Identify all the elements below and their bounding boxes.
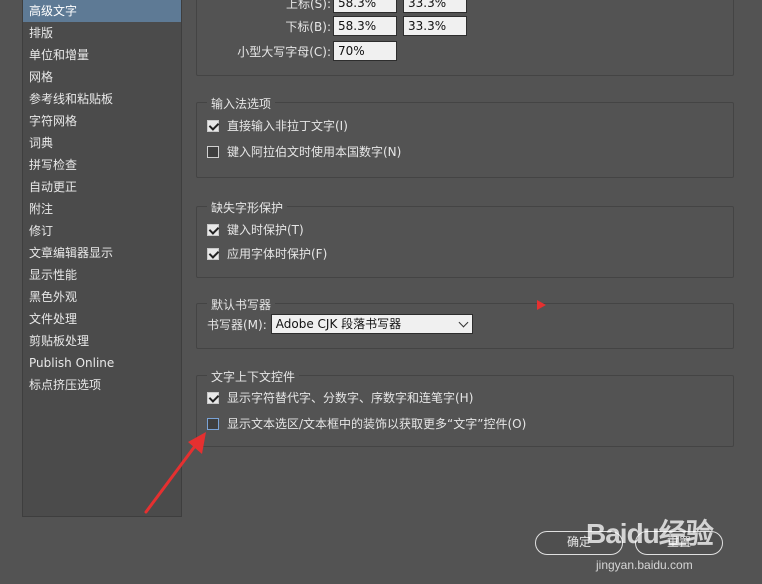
input-method-title: 输入法选项 <box>207 95 276 112</box>
sidebar-item-grids[interactable]: 网格 <box>23 66 181 88</box>
show-alternates-checkbox[interactable] <box>207 391 219 404</box>
composer-row: 书写器(M): Adobe CJK 段落书写器 <box>207 314 473 334</box>
subscript-label: 下标(B): <box>285 19 331 34</box>
chevron-down-icon <box>458 317 469 328</box>
missing-glyph-title: 缺失字形保护 <box>207 199 288 216</box>
protect-on-font-label: 应用字体时保护(F) <box>227 247 328 261</box>
input-method-group: 输入法选项 直接输入非拉丁文字(I) 键入阿拉伯文时使用本国数字(N) <box>196 95 734 178</box>
character-settings-group: 上标(S): 58.3% 33.3% 下标(B): 58.3% 33.3% 小型… <box>196 0 734 76</box>
contextual-controls-group: 文字上下文控件 显示字符替代字、分数字、序数字和连笔字(H) 显示文本选区/文本… <box>196 368 734 447</box>
sidebar-item-clipboard[interactable]: 剪贴板处理 <box>23 330 181 352</box>
sidebar-item-story-editor[interactable]: 文章编辑器显示 <box>23 242 181 264</box>
subscript-row: 下标(B): 58.3% 33.3% <box>277 16 467 36</box>
protect-on-typing-row[interactable]: 键入时保护(T) <box>207 221 304 238</box>
superscript-position-input[interactable]: 33.3% <box>403 0 467 13</box>
red-pointer-icon <box>537 300 546 310</box>
sidebar-item-autocorrect[interactable]: 自动更正 <box>23 176 181 198</box>
default-composer-group: 默认书写器 书写器(M): Adobe CJK 段落书写器 <box>196 296 734 349</box>
smallcaps-label: 小型大写字母(C): <box>237 44 331 59</box>
sidebar-item-composition[interactable]: 排版 <box>23 22 181 44</box>
protect-on-typing-checkbox[interactable] <box>207 223 219 236</box>
sidebar-item-display-performance[interactable]: 显示性能 <box>23 264 181 286</box>
smallcaps-row: 小型大写字母(C): 70% <box>231 41 397 61</box>
sidebar-item-guides[interactable]: 参考线和粘贴板 <box>23 88 181 110</box>
sidebar-item-dictionary[interactable]: 词典 <box>23 132 181 154</box>
smallcaps-input[interactable]: 70% <box>333 41 397 61</box>
sidebar-item-units[interactable]: 单位和增量 <box>23 44 181 66</box>
watermark-logo: Baidu经验 <box>586 518 714 549</box>
composer-select-value: Adobe CJK 段落书写器 <box>275 317 402 331</box>
protect-on-font-row[interactable]: 应用字体时保护(F) <box>207 245 327 262</box>
sidebar-item-frame-grid[interactable]: 字符网格 <box>23 110 181 132</box>
composer-label: 书写器(M): <box>207 317 267 332</box>
show-adornment-row[interactable]: 显示文本选区/文本框中的装饰以获取更多“文字”控件(O) <box>207 415 526 432</box>
sidebar-item-file-handling[interactable]: 文件处理 <box>23 308 181 330</box>
missing-glyph-group: 缺失字形保护 键入时保护(T) 应用字体时保护(F) <box>196 199 734 278</box>
direct-input-checkbox[interactable] <box>207 119 219 132</box>
show-adornment-label: 显示文本选区/文本框中的装饰以获取更多“文字”控件(O) <box>227 417 527 431</box>
arabic-digits-label: 键入阿拉伯文时使用本国数字(N) <box>227 145 402 159</box>
sidebar-item-spelling[interactable]: 拼写检查 <box>23 154 181 176</box>
arabic-digits-checkbox[interactable] <box>207 145 219 158</box>
subscript-position-input[interactable]: 33.3% <box>403 16 467 36</box>
default-composer-title: 默认书写器 <box>207 296 276 313</box>
sidebar-item-mojikumi[interactable]: 标点挤压选项 <box>23 374 181 396</box>
baidu-watermark: Baidu经验 jingyan.baidu.com <box>586 512 756 582</box>
sidebar-item-black-appearance[interactable]: 黑色外观 <box>23 286 181 308</box>
composer-select[interactable]: Adobe CJK 段落书写器 <box>270 314 473 334</box>
superscript-row: 上标(S): 58.3% 33.3% <box>277 0 467 13</box>
direct-input-label: 直接输入非拉丁文字(I) <box>227 119 348 133</box>
sidebar-item-publish-online[interactable]: Publish Online <box>23 352 181 374</box>
show-alternates-row[interactable]: 显示字符替代字、分数字、序数字和连笔字(H) <box>207 389 473 406</box>
show-alternates-label: 显示字符替代字、分数字、序数字和连笔字(H) <box>227 391 474 405</box>
superscript-size-input[interactable]: 58.3% <box>333 0 397 13</box>
protect-on-typing-label: 键入时保护(T) <box>227 223 304 237</box>
superscript-label: 上标(S): <box>285 0 331 11</box>
protect-on-font-checkbox[interactable] <box>207 247 219 260</box>
arabic-digits-row[interactable]: 键入阿拉伯文时使用本国数字(N) <box>207 143 401 160</box>
subscript-size-input[interactable]: 58.3% <box>333 16 397 36</box>
sidebar-item-advanced-type[interactable]: 高级文字 <box>23 0 181 22</box>
sidebar-item-track-changes[interactable]: 修订 <box>23 220 181 242</box>
contextual-controls-title: 文字上下文控件 <box>207 368 300 385</box>
annotation-arrow-icon <box>144 432 206 514</box>
sidebar-item-notes[interactable]: 附注 <box>23 198 181 220</box>
direct-input-row[interactable]: 直接输入非拉丁文字(I) <box>207 117 348 134</box>
watermark-url: jingyan.baidu.com <box>596 558 693 572</box>
